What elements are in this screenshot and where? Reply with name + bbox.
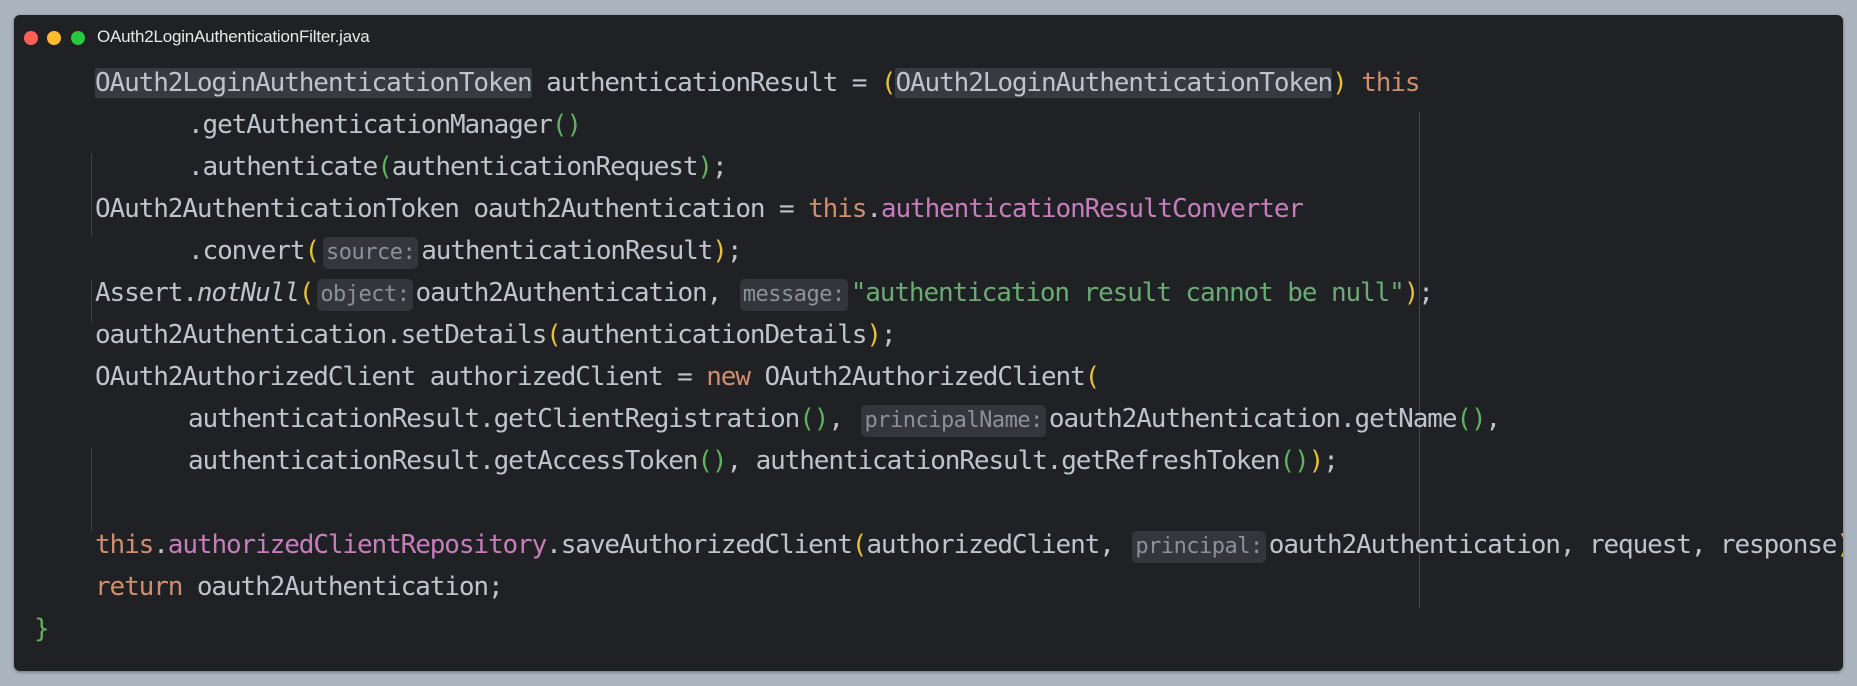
method-call: .getAuthenticationManager bbox=[188, 110, 553, 140]
code-line-7: oauth2Authentication.setDetails(authenti… bbox=[95, 314, 897, 356]
minimize-window-button[interactable] bbox=[47, 31, 61, 45]
parameter-hint: message: bbox=[739, 279, 848, 311]
code-text: OAuth2AuthorizedClient authorizedClient … bbox=[95, 362, 707, 392]
string-literal: "authentication result cannot be null" bbox=[850, 278, 1405, 308]
code-line-5: .convert(source: authenticationResult); bbox=[188, 230, 743, 272]
code-line-12: return oauth2Authentication; bbox=[95, 566, 504, 608]
dot: . bbox=[153, 530, 169, 560]
code-text: OAuth2AuthenticationToken oauth2Authenti… bbox=[95, 194, 809, 224]
paren: ) bbox=[1403, 278, 1420, 308]
argument: authenticationRequest bbox=[391, 152, 699, 182]
argument: authorizedClient, bbox=[866, 530, 1129, 560]
type-name: OAuth2LoginAuthenticationToken bbox=[95, 68, 533, 98]
method-call: oauth2Authentication.setDetails bbox=[95, 320, 547, 350]
parameter-hint: principal: bbox=[1132, 531, 1266, 563]
class-name: Assert. bbox=[95, 278, 198, 308]
paren: ( bbox=[546, 320, 562, 350]
argument: oauth2Authentication, bbox=[415, 278, 736, 308]
keyword-this: this bbox=[95, 530, 154, 560]
paren: ) bbox=[1332, 68, 1348, 98]
code-line-13: } bbox=[34, 608, 50, 650]
code-line-1: OAuth2LoginAuthenticationToken authentic… bbox=[95, 62, 1421, 104]
semicolon: ; bbox=[1323, 446, 1339, 476]
paren: ( bbox=[880, 68, 897, 98]
paren: () bbox=[799, 404, 829, 434]
indent-guide bbox=[91, 280, 92, 322]
comma: , bbox=[828, 404, 858, 434]
code-line-3: .authenticate(authenticationRequest); bbox=[188, 146, 728, 188]
indent-guide bbox=[91, 153, 92, 237]
semicolon: ; bbox=[1418, 278, 1434, 308]
method-call: oauth2Authentication.getName bbox=[1048, 404, 1458, 434]
paren: ( bbox=[1084, 362, 1101, 392]
static-method: notNull bbox=[196, 278, 300, 308]
comma: , bbox=[1485, 404, 1502, 434]
keyword-this: this bbox=[808, 194, 867, 224]
method-call: authenticationResult.getClientRegistrati… bbox=[188, 404, 800, 434]
semicolon: ; bbox=[726, 236, 743, 266]
title-bar: OAuth2LoginAuthenticationFilter.java bbox=[14, 15, 1843, 61]
indent-guide bbox=[91, 448, 92, 532]
method-call: .authenticate bbox=[188, 152, 378, 182]
paren: () bbox=[697, 446, 727, 476]
parameter-hint: principalName: bbox=[861, 405, 1046, 437]
argument: authenticationDetails bbox=[560, 320, 868, 350]
code-line-9: authenticationResult.getClientRegistrati… bbox=[188, 398, 1502, 440]
cast-type: OAuth2LoginAuthenticationToken bbox=[895, 68, 1333, 98]
closing-brace: } bbox=[34, 614, 50, 644]
paren: ) bbox=[1836, 530, 1843, 560]
keyword-return: return bbox=[95, 572, 183, 602]
semicolon: ; bbox=[880, 320, 897, 350]
paren: ( bbox=[377, 152, 393, 182]
code-line-10: authenticationResult.getAccessToken(), a… bbox=[188, 440, 1339, 482]
semicolon: ; bbox=[711, 152, 728, 182]
field-reference: authenticationResultConverter bbox=[880, 194, 1304, 224]
method-call: .convert bbox=[188, 236, 306, 266]
paren: () bbox=[1456, 404, 1486, 434]
close-window-button[interactable] bbox=[24, 31, 38, 45]
method-call: .saveAuthorizedClient bbox=[546, 530, 853, 560]
paren: () bbox=[1279, 446, 1310, 476]
paren: ( bbox=[304, 236, 320, 266]
code-text: authenticationResult = bbox=[531, 68, 881, 98]
maximize-window-button[interactable] bbox=[71, 31, 85, 45]
keyword-new: new bbox=[706, 362, 751, 392]
paren: () bbox=[551, 110, 582, 140]
keyword-this: this bbox=[1361, 68, 1420, 98]
code-line-4: OAuth2AuthenticationToken oauth2Authenti… bbox=[95, 188, 1304, 230]
paren: ( bbox=[298, 278, 315, 308]
paren: ) bbox=[697, 152, 713, 182]
code-text: oauth2Authentication; bbox=[182, 572, 504, 602]
dot: . bbox=[866, 194, 882, 224]
code-line-11: this.authorizedClientRepository.saveAuth… bbox=[95, 524, 1843, 566]
code-line-6: Assert.notNull(object: oauth2Authenticati… bbox=[95, 272, 1434, 314]
code-line-2: .getAuthenticationManager() bbox=[188, 104, 582, 146]
window-title: OAuth2LoginAuthenticationFilter.java bbox=[97, 27, 370, 46]
paren: ) bbox=[1308, 446, 1325, 476]
field-reference: authorizedClientRepository bbox=[167, 530, 547, 560]
constructor-name: OAuth2AuthorizedClient bbox=[749, 362, 1085, 392]
code-line-8: OAuth2AuthorizedClient authorizedClient … bbox=[95, 356, 1101, 398]
editor-window: OAuth2LoginAuthenticationFilter.java OAu… bbox=[14, 15, 1843, 671]
parameter-hint: source: bbox=[323, 237, 419, 269]
paren: ( bbox=[851, 530, 868, 560]
argument: oauth2Authentication, request, response bbox=[1268, 530, 1838, 560]
parameter-hint: object: bbox=[317, 279, 413, 311]
paren: ) bbox=[712, 236, 728, 266]
method-call: , authenticationResult.getRefreshToken bbox=[726, 446, 1280, 476]
method-call: authenticationResult.getAccessToken bbox=[188, 446, 698, 476]
paren: ) bbox=[866, 320, 882, 350]
argument: authenticationResult bbox=[421, 236, 713, 266]
code-editor[interactable]: OAuth2LoginAuthenticationToken authentic… bbox=[14, 62, 1843, 671]
